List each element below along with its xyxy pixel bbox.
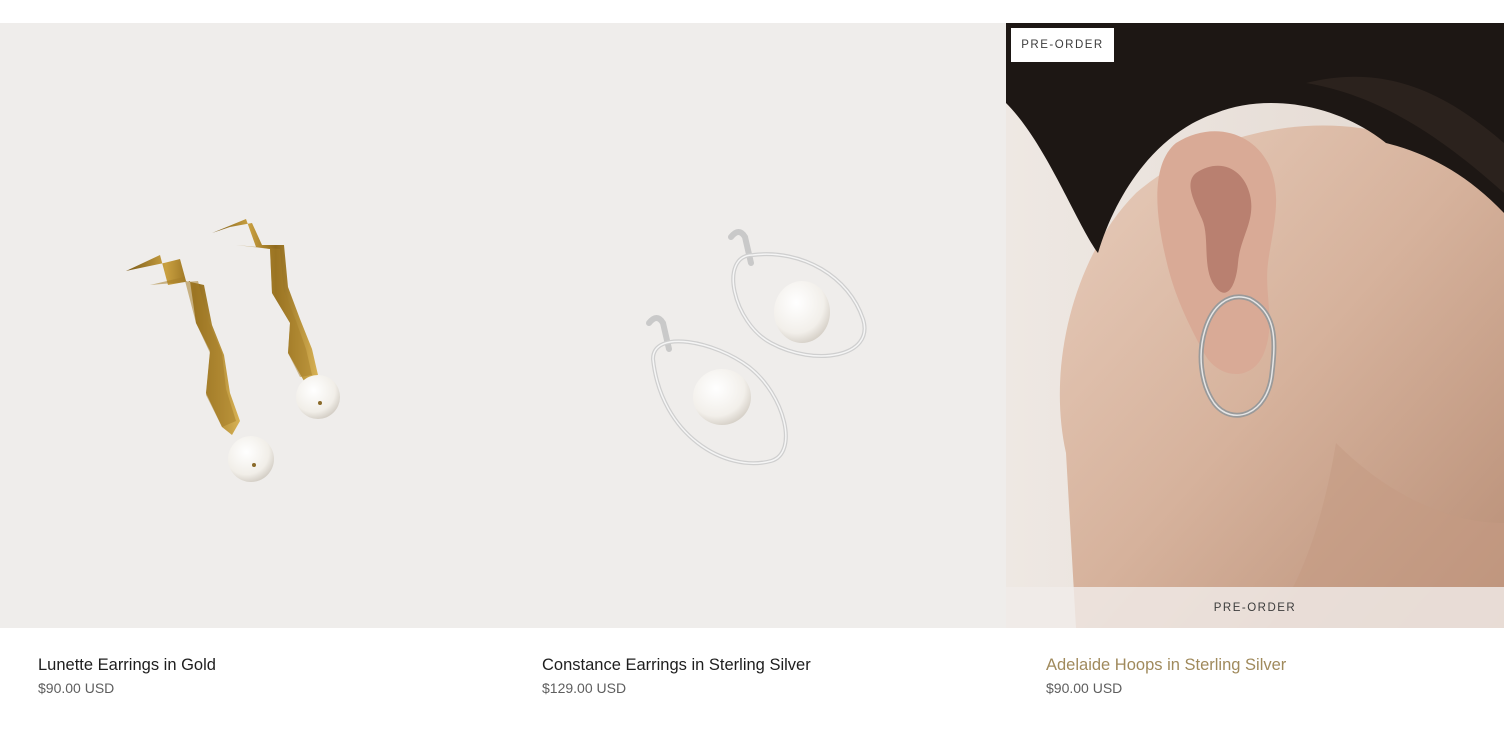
model-ear-icon: [1006, 23, 1504, 628]
pre-order-badge: PRE-ORDER: [1011, 28, 1114, 62]
product-title-link[interactable]: Constance Earrings in Sterling Silver: [542, 653, 811, 677]
silver-earrings-icon: [646, 229, 867, 466]
product-image-adelaide[interactable]: PRE-ORDER PRE-ORDER: [1006, 23, 1504, 628]
product-grid: PRE-ORDER PRE-ORDER: [0, 23, 1504, 628]
pre-order-quick-button[interactable]: PRE-ORDER: [1006, 587, 1504, 628]
product-title-link[interactable]: Adelaide Hoops in Sterling Silver: [1046, 653, 1286, 677]
product-grid-page: PRE-ORDER PRE-ORDER Lunette Earrings in …: [0, 0, 1504, 739]
product-info-constance: Constance Earrings in Sterling Silver $1…: [542, 653, 811, 699]
product-info-lunette: Lunette Earrings in Gold $90.00 USD: [38, 653, 216, 699]
product-image-constance[interactable]: [503, 23, 1006, 628]
gold-earrings-icon: [126, 219, 340, 482]
product-title-link[interactable]: Lunette Earrings in Gold: [38, 653, 216, 677]
product-price: $90.00 USD: [1046, 680, 1123, 696]
product-info-adelaide: Adelaide Hoops in Sterling Silver $90.00…: [1046, 653, 1286, 699]
product-price: $90.00 USD: [38, 680, 115, 696]
product-price: $129.00 USD: [542, 680, 627, 696]
product-image-lunette[interactable]: [0, 23, 503, 628]
